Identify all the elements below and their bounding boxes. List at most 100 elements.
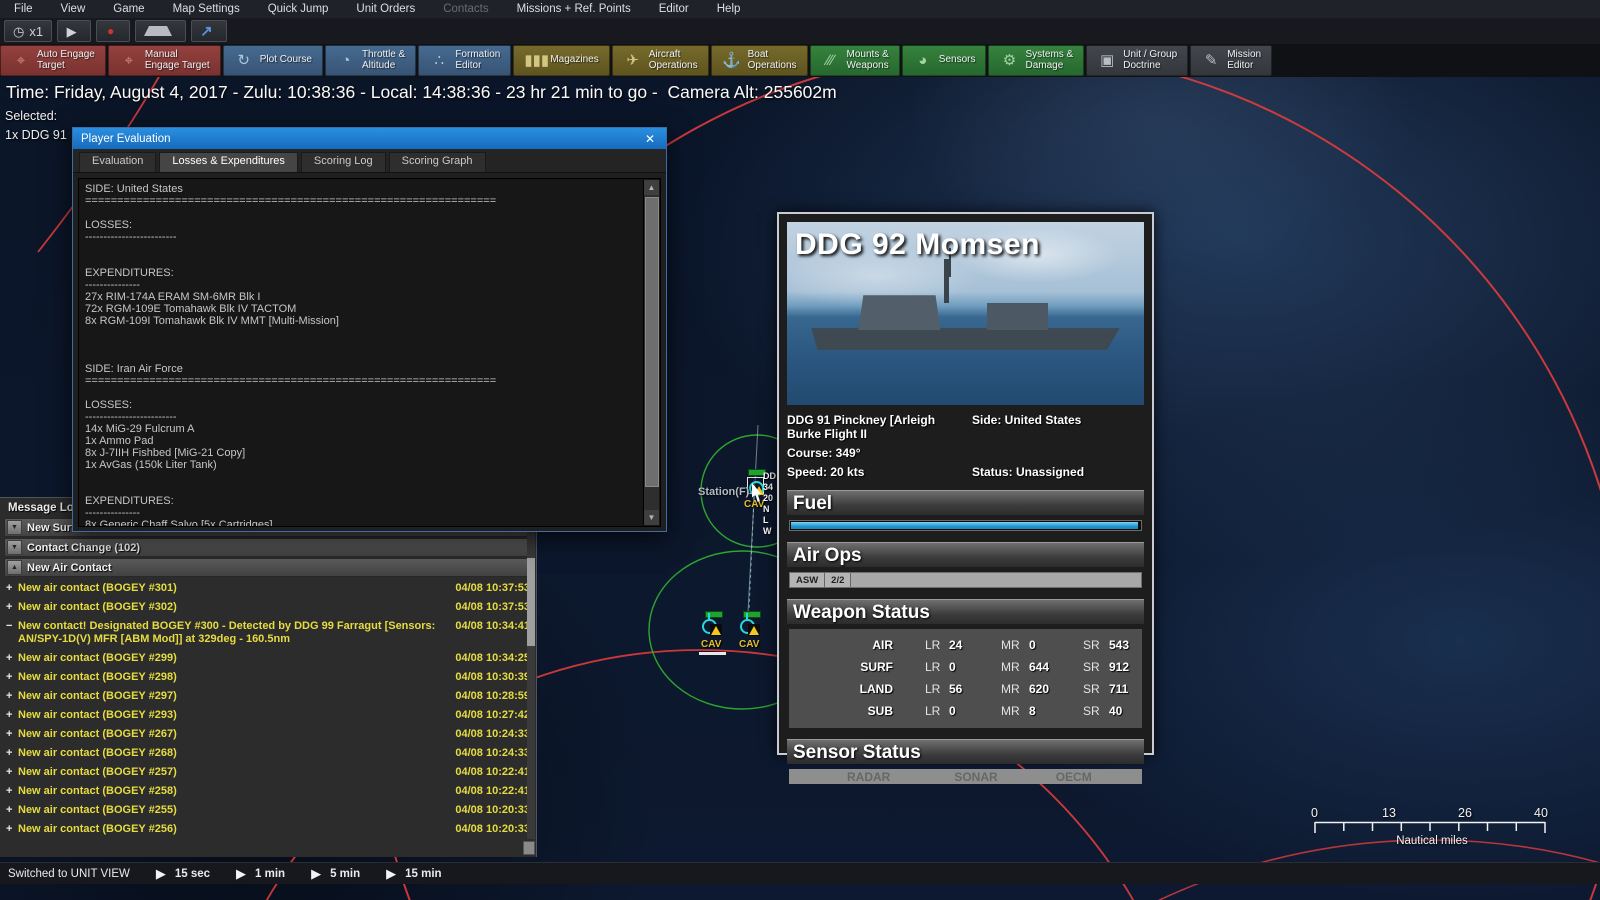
entry-expand-icon[interactable]: + [6, 601, 18, 614]
transport-button[interactable]: ◷ x1 [4, 20, 53, 42]
transport-button[interactable]: ● [96, 20, 131, 42]
menu-item[interactable]: Game [99, 3, 158, 15]
dialog-tab[interactable]: Scoring Log [300, 152, 386, 172]
message-log-entry[interactable]: + New air contact (BOGEY #298) 04/08 10:… [0, 668, 536, 687]
toolbar-button[interactable]: ✎ Mission Editor [1190, 45, 1273, 76]
toolbar-button[interactable]: ⚙ Systems & Damage [988, 45, 1085, 76]
entry-expand-icon[interactable]: + [6, 709, 18, 722]
menu-item[interactable]: File [0, 3, 47, 15]
entry-expand-icon[interactable]: − [6, 620, 18, 633]
message-group-header[interactable]: ▲ New Air Contact [4, 558, 532, 577]
toolbar-button[interactable]: ⌖ Auto Engage Target [0, 45, 106, 76]
sensor-sonar-label[interactable]: SONAR [954, 770, 997, 784]
message-log-entry[interactable]: + New air contact (BOGEY #258) 04/08 10:… [0, 782, 536, 801]
menu-item[interactable]: View [47, 3, 100, 15]
toolbar-button[interactable]: ∕∕∕ Mounts & Weapons [809, 45, 900, 76]
toolbar-button[interactable]: ◔ Throttle & Altitude [324, 45, 417, 76]
message-log-entry[interactable]: + New air contact (BOGEY #268) 04/08 10:… [0, 744, 536, 763]
scroll-down-icon[interactable]: ▼ [644, 510, 659, 525]
report-line [85, 339, 638, 351]
time-step-button[interactable]: ▶ 5 min [311, 866, 360, 882]
menu-item[interactable]: Contacts [429, 3, 502, 15]
report-line: --------------- [85, 507, 140, 519]
toolbar-button[interactable]: ◕ Sensors [901, 45, 987, 76]
toolbar-button[interactable]: ✈ Aircraft Operations [611, 45, 709, 76]
message-log-entry[interactable]: + New air contact (BOGEY #255) 04/08 10:… [0, 801, 536, 820]
message-log-scroll-button[interactable] [523, 841, 535, 855]
entry-expand-icon[interactable]: + [6, 804, 18, 817]
weapon-category: AIR [872, 638, 893, 652]
message-log-entry[interactable]: + New air contact (BOGEY #257) 04/08 10:… [0, 763, 536, 782]
throttle-altitude-icon: ◔ [341, 52, 351, 69]
message-log-entry[interactable]: + New air contact (BOGEY #299) 04/08 10:… [0, 649, 536, 668]
transport-button[interactable] [135, 20, 187, 42]
dialog-title-bar[interactable]: Player Evaluation ✕ [73, 128, 666, 149]
report-line: ========================================… [85, 375, 497, 387]
menu-item[interactable]: Missions + Ref. Points [503, 3, 645, 15]
message-log-entry[interactable]: − New contact! Designated BOGEY #300 - D… [0, 617, 536, 649]
menu-item[interactable]: Quick Jump [254, 3, 343, 15]
entry-timestamp: 04/08 10:37:53 [455, 601, 530, 613]
transport-button-label: x1 [29, 23, 44, 39]
message-group-header[interactable]: ▼ Contact Change (102) [4, 538, 532, 557]
magazines-icon: ▮▮▮ [524, 52, 550, 69]
unit-course-text: Course: 349° [787, 446, 861, 460]
entry-expand-icon[interactable]: + [6, 766, 18, 779]
report-line: LOSSES: [85, 399, 133, 411]
message-log-entry[interactable]: + New air contact (BOGEY #297) 04/08 10:… [0, 687, 536, 706]
message-log-entry[interactable]: + New air contact (BOGEY #256) 04/08 10:… [0, 820, 536, 839]
entry-expand-icon[interactable]: + [6, 582, 18, 595]
message-log-scroll-thumb[interactable] [527, 558, 535, 646]
ship-superstructure-aft [986, 302, 1048, 330]
sensor-radar-label[interactable]: RADAR [847, 770, 890, 784]
toolbar-button[interactable]: ⚓ Boat Operations [710, 45, 808, 76]
weapon-mr-value: 620 [1029, 682, 1050, 696]
scroll-up-icon[interactable]: ▲ [644, 180, 659, 195]
scrollbar-thumb[interactable] [645, 197, 659, 487]
air-ops-asw-tab[interactable]: ASW [790, 573, 826, 587]
toolbar-button[interactable]: ∴ Formation Editor [418, 45, 512, 76]
toolbar-button[interactable]: ▣ Unit / Group Doctrine [1086, 45, 1189, 76]
menu-item[interactable]: Unit Orders [342, 3, 429, 15]
menu-item[interactable]: Help [703, 3, 755, 15]
group-collapse-icon[interactable]: ▼ [7, 540, 22, 555]
entry-expand-icon[interactable]: + [6, 690, 18, 703]
entry-expand-icon[interactable]: + [6, 785, 18, 798]
systems-damage-icon: ⚙ [1002, 52, 1017, 69]
group-collapse-icon[interactable]: ▲ [7, 560, 22, 575]
dialog-scrollbar[interactable]: ▲ ▼ [643, 180, 659, 525]
transport-button[interactable]: ↗ [191, 20, 227, 42]
toolbar-button[interactable]: ⌖ Manual Engage Target [107, 45, 221, 76]
toolbar-button[interactable]: ↻ Plot Course [222, 45, 323, 76]
message-log-entry[interactable]: + New air contact (BOGEY #293) 04/08 10:… [0, 706, 536, 725]
unit-side-text: Side: United States [972, 413, 1082, 427]
message-log-scrollbar[interactable] [527, 520, 535, 839]
message-log-entry[interactable]: + New air contact (BOGEY #267) 04/08 10:… [0, 725, 536, 744]
message-log-entry[interactable]: + New air contact (BOGEY #302) 04/08 10:… [0, 598, 536, 617]
menu-item[interactable]: Map Settings [159, 3, 254, 15]
menu-item[interactable]: Editor [645, 3, 703, 15]
sensor-oecm-label[interactable]: OECM [1056, 770, 1092, 784]
entry-expand-icon[interactable]: + [6, 747, 18, 760]
entry-expand-icon[interactable]: + [6, 728, 18, 741]
entry-expand-icon[interactable]: + [6, 823, 18, 836]
close-icon[interactable]: ✕ [642, 132, 658, 146]
message-log-entry[interactable]: + New air contact (BOGEY #301) 04/08 10:… [0, 579, 536, 598]
entry-expand-icon[interactable]: + [6, 671, 18, 684]
dialog-tab[interactable]: Evaluation [79, 152, 157, 172]
toolbar-button-label: Plot Course [259, 54, 312, 66]
time-step-button[interactable]: ▶ 15 sec [156, 866, 210, 882]
time-step-button[interactable]: ▶ 15 min [386, 866, 441, 882]
weapon-category: SURF [860, 660, 893, 674]
group-collapse-icon[interactable]: ▼ [7, 520, 22, 535]
dialog-tab[interactable]: Scoring Graph [388, 152, 486, 172]
dialog-tab[interactable]: Losses & Expenditures [159, 152, 298, 172]
entry-text: New air contact (BOGEY #258) [18, 785, 177, 797]
report-line: ------------------------- [85, 231, 177, 243]
transport-button[interactable]: ▶ [57, 20, 92, 42]
report-line: EXPENDITURES: [85, 267, 174, 279]
time-step-button[interactable]: ▶ 1 min [236, 866, 285, 882]
auto-engage-target-icon: ⌖ [16, 52, 26, 69]
toolbar-button[interactable]: ▮▮▮ Magazines [513, 45, 610, 76]
entry-expand-icon[interactable]: + [6, 652, 18, 665]
